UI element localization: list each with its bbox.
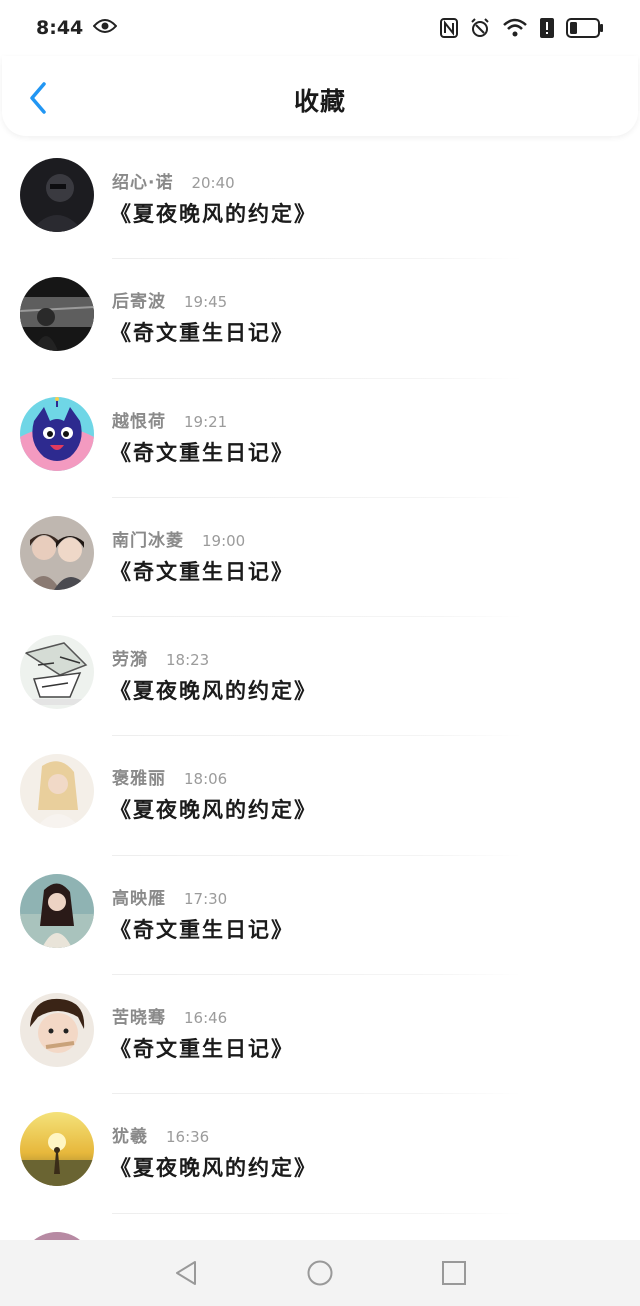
list-item[interactable]: 褒雅丽 18:06 《夏夜晚风的约定》 (0, 736, 640, 856)
avatar (20, 158, 94, 232)
status-right (440, 18, 604, 38)
wifi-icon (502, 18, 528, 38)
timestamp: 16:46 (184, 1009, 228, 1028)
favorites-list: 绍心·诺 20:40 《夏夜晚风的约定》 后寄波 19:45 《奇文重生日记》 … (0, 140, 640, 1214)
avatar (20, 873, 94, 948)
user-name: 高映雁 (112, 888, 166, 909)
list-item[interactable]: 苦晓骞 16:46 《奇文重生日记》 (0, 975, 640, 1095)
avatar (20, 993, 94, 1068)
status-time: 8:44 (36, 17, 84, 39)
avatar (20, 1112, 94, 1187)
nfc-icon (440, 18, 458, 38)
item-meta: 绍心·诺 20:40 (112, 168, 235, 193)
avatar (20, 635, 94, 710)
user-name: 南门冰菱 (112, 530, 184, 551)
item-meta: 褒雅丽 18:06 (112, 764, 227, 789)
user-name: 绍心·诺 (112, 173, 174, 193)
timestamp: 18:23 (166, 651, 210, 670)
item-meta: 苦晓骞 16:46 (112, 1003, 227, 1028)
avatar (20, 277, 94, 352)
list-item[interactable]: 劳漪 18:23 《夏夜晚风的约定》 (0, 617, 640, 737)
book-title: 《奇文重生日记》 (110, 1037, 294, 1062)
timestamp: 19:21 (184, 412, 228, 431)
user-name: 苦晓骞 (112, 1008, 166, 1029)
book-title: 《夏夜晚风的约定》 (110, 202, 317, 226)
user-name: 犹羲 (112, 1127, 148, 1148)
item-meta: 劳漪 18:23 (112, 645, 209, 670)
list-item[interactable]: 南门冰菱 19:00 《奇文重生日记》 (0, 498, 640, 618)
home-circle-icon (307, 1260, 333, 1286)
nav-home-button[interactable] (306, 1259, 334, 1287)
alert-icon (540, 18, 554, 38)
book-title: 《奇文重生日记》 (110, 917, 294, 942)
book-title: 《夏夜晚风的约定》 (110, 679, 317, 704)
item-meta: 南门冰菱 19:00 (112, 526, 245, 551)
timestamp: 19:00 (202, 531, 246, 550)
alarm-icon (470, 18, 490, 38)
user-name: 褒雅丽 (112, 769, 166, 790)
timestamp: 20:40 (191, 174, 235, 192)
timestamp: 19:45 (184, 293, 228, 312)
system-nav-bar (0, 1240, 640, 1306)
book-title: 《奇文重生日记》 (110, 559, 294, 584)
user-name: 后寄波 (112, 292, 166, 313)
timestamp: 18:06 (184, 770, 228, 789)
status-bar: 8:44 (0, 0, 640, 56)
avatar (20, 396, 94, 471)
item-meta: 高映雁 17:30 (112, 884, 227, 909)
back-triangle-icon (176, 1261, 196, 1285)
battery-icon (566, 18, 604, 38)
list-item[interactable]: 后寄波 19:45 《奇文重生日记》 (0, 259, 640, 379)
list-item[interactable]: 高映雁 17:30 《奇文重生日记》 (0, 856, 640, 976)
nav-recents-button[interactable] (440, 1259, 468, 1287)
timestamp: 17:30 (184, 889, 228, 908)
item-meta: 犹羲 16:36 (112, 1122, 209, 1147)
eye-icon (92, 18, 118, 38)
timestamp: 16:36 (166, 1128, 210, 1147)
page-title: 收藏 (293, 87, 346, 116)
avatar (20, 754, 94, 829)
avatar (20, 515, 94, 590)
item-meta: 越恨荷 19:21 (112, 407, 227, 432)
header: 收藏 (2, 56, 638, 136)
list-item[interactable]: 犹羲 16:36 《夏夜晚风的约定》 (0, 1094, 640, 1214)
user-name: 劳漪 (112, 650, 148, 671)
list-item[interactable]: 越恨荷 19:21 《奇文重生日记》 (0, 379, 640, 498)
status-left: 8:44 (36, 17, 118, 39)
item-meta: 后寄波 19:45 (112, 287, 227, 312)
book-title: 《奇文重生日记》 (110, 321, 294, 346)
book-title: 《夏夜晚风的约定》 (110, 798, 317, 823)
book-title: 《奇文重生日记》 (110, 440, 294, 465)
list-item[interactable]: 绍心·诺 20:40 《夏夜晚风的约定》 (0, 140, 640, 260)
user-name: 越恨荷 (112, 411, 166, 432)
divider (112, 1212, 522, 1214)
recents-square-icon (442, 1261, 466, 1285)
nav-back-button[interactable] (172, 1259, 200, 1287)
book-title: 《夏夜晚风的约定》 (110, 1156, 317, 1181)
